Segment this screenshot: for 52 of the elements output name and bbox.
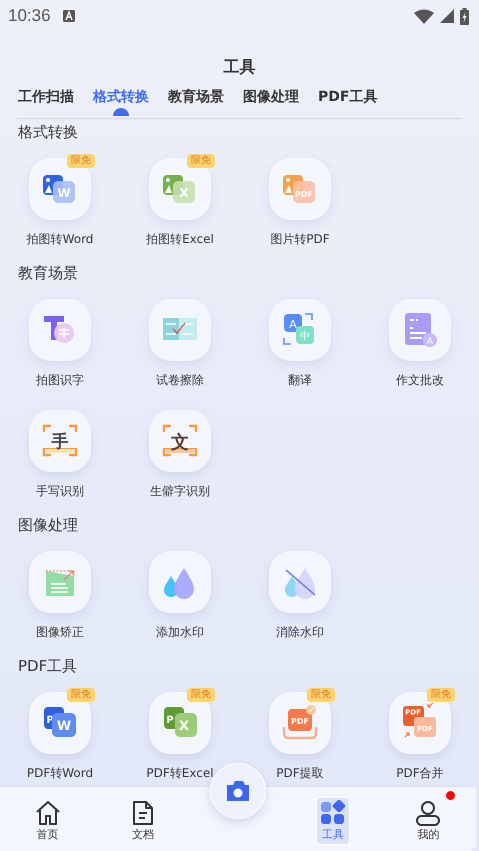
category-tab[interactable]: 图像处理 <box>243 88 299 118</box>
section-heading: 格式转换 <box>17 122 79 142</box>
category-tab[interactable]: 工作扫描 <box>18 88 74 118</box>
tool-label: 手写识别 <box>36 483 84 500</box>
tool-label: PDF合并 <box>396 765 444 782</box>
tool-label: 拍图转Word <box>26 231 94 248</box>
nav-tab[interactable]: 文档 <box>128 797 158 845</box>
tool-label: 添加水印 <box>156 624 204 641</box>
tool-label: 图片转PDF <box>270 231 330 248</box>
tool-label: PDF转Word <box>26 765 94 782</box>
tool-button[interactable]: A 中 <box>269 299 331 361</box>
tool-button[interactable]: 文 <box>149 410 211 472</box>
tool-label: 拍图识字 <box>36 372 84 389</box>
tab-indicator <box>113 108 129 116</box>
free-badge: 限免 <box>67 688 95 702</box>
tool-label: 试卷擦除 <box>156 372 204 389</box>
free-badge: 限免 <box>187 154 215 168</box>
tool-button[interactable]: 手 <box>29 410 91 472</box>
document-icon <box>132 800 154 826</box>
signal-icon <box>440 9 454 23</box>
status-time: 10:36 <box>8 6 51 26</box>
wifi-icon <box>414 8 434 24</box>
tool-label: PDF转Excel <box>146 765 214 782</box>
category-tab[interactable]: 教育场景 <box>168 88 224 118</box>
nav-tab[interactable]: 工具 <box>316 797 350 845</box>
home-icon <box>34 800 61 826</box>
tool-label: 翻译 <box>288 372 312 389</box>
free-badge: 限免 <box>67 154 95 168</box>
tool-label: 消除水印 <box>276 624 324 641</box>
category-tab[interactable]: PDF工具 <box>318 88 378 118</box>
tool-label: 拍图转Excel <box>146 231 214 248</box>
free-badge: 限免 <box>307 688 335 702</box>
category-tab[interactable]: 格式转换 <box>93 88 149 118</box>
grid-icon <box>320 800 346 826</box>
tool-label: 生僻字识别 <box>150 483 210 500</box>
battery-icon <box>460 8 469 24</box>
tool-button[interactable] <box>29 299 91 361</box>
section-heading: 图像处理 <box>17 515 79 535</box>
tool-label: PDF提取 <box>276 765 324 782</box>
camera-icon <box>225 780 251 802</box>
person-icon <box>416 800 440 826</box>
notification-icon <box>62 10 75 22</box>
nav-tab[interactable]: 首页 <box>30 797 65 845</box>
section-heading: 教育场景 <box>17 263 79 283</box>
page-title: 工具 <box>222 56 256 78</box>
section-heading: PDF工具 <box>17 656 78 676</box>
nav-tab[interactable]: 我的 <box>412 797 444 845</box>
tool-label: 图像矫正 <box>36 624 84 641</box>
tool-button[interactable] <box>149 551 211 613</box>
tool-label: 作文批改 <box>396 372 444 389</box>
free-badge: 限免 <box>187 688 215 702</box>
free-badge: 限免 <box>427 688 455 702</box>
